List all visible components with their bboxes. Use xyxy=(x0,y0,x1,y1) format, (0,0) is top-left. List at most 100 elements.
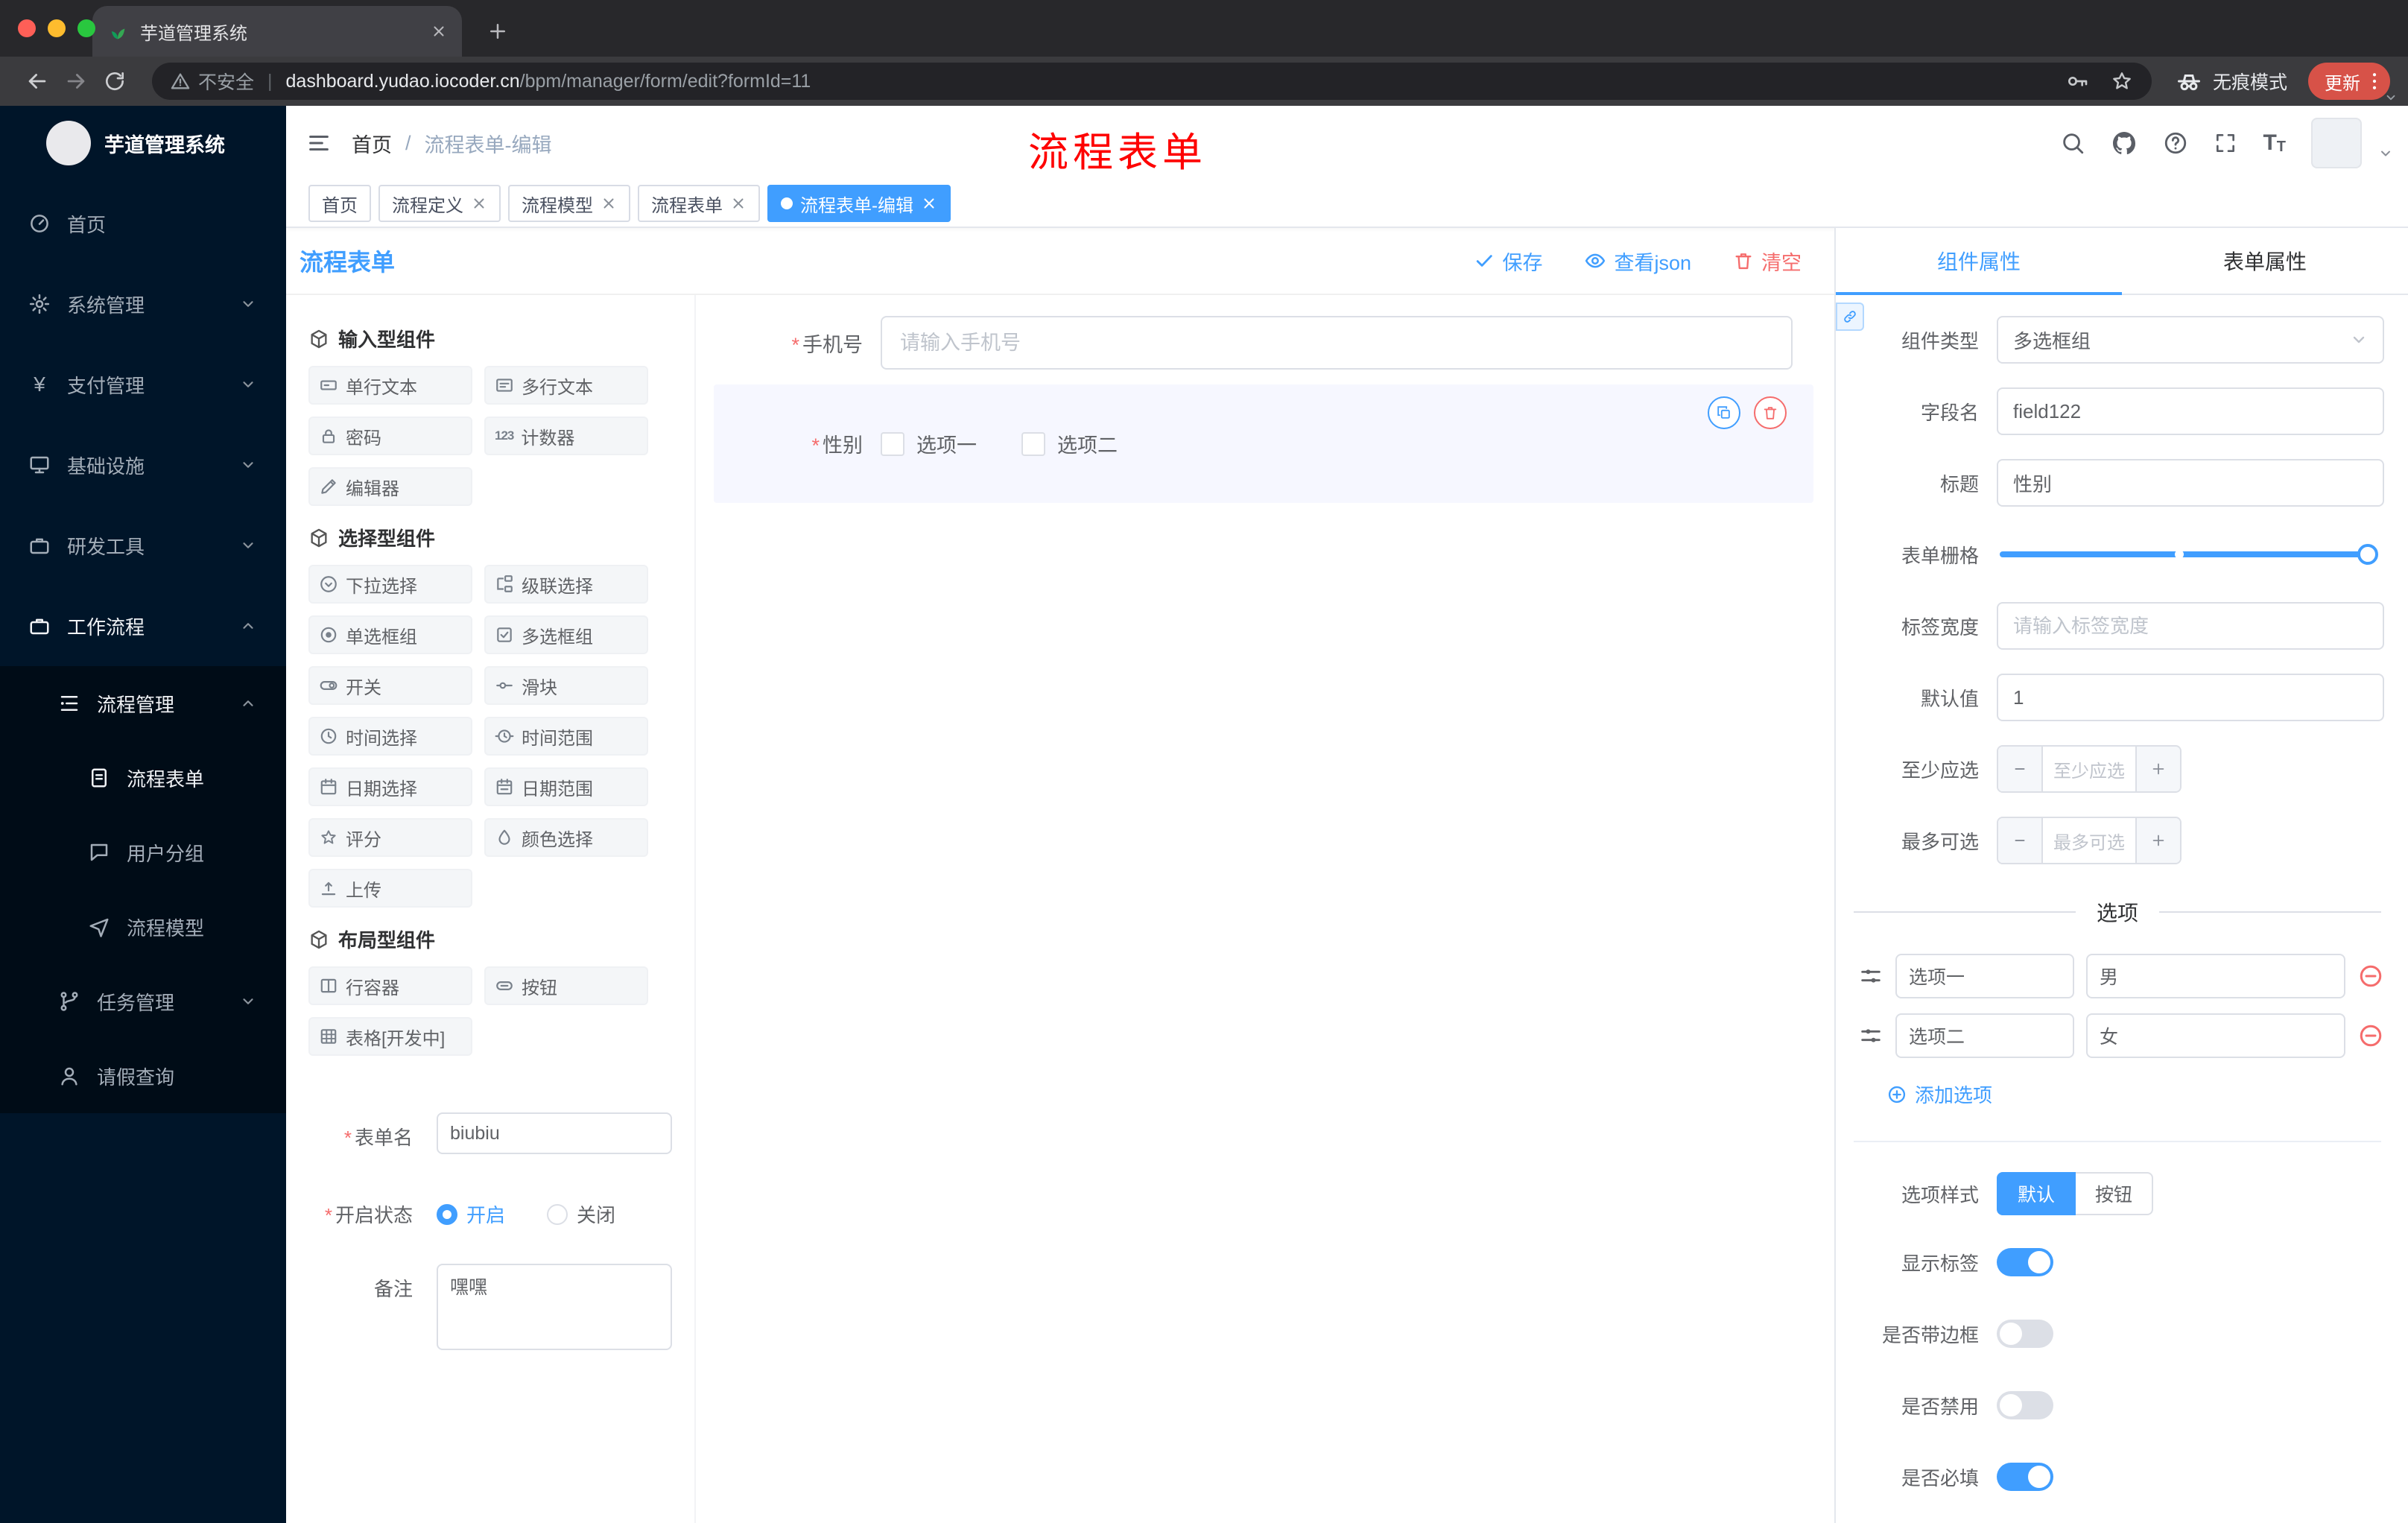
drag-handle-icon[interactable] xyxy=(1858,1023,1883,1048)
phone-input[interactable] xyxy=(881,316,1793,370)
title-input[interactable] xyxy=(1997,459,2384,507)
option-style-default-button[interactable]: 默认 xyxy=(1997,1172,2076,1215)
palette-item-rate[interactable]: 评分 xyxy=(308,818,472,857)
label-width-input[interactable] xyxy=(1997,602,2384,650)
required-toggle[interactable] xyxy=(1997,1463,2053,1491)
tab-form-props[interactable]: 表单属性 xyxy=(2122,228,2408,294)
tab-close-icon[interactable] xyxy=(431,23,447,39)
font-size-icon[interactable]: TT xyxy=(2263,132,2286,155)
view-json-button[interactable]: 查看json xyxy=(1584,247,1691,276)
browser-tab[interactable]: 芋道管理系统 xyxy=(92,6,462,57)
status-off-radio[interactable]: 关闭 xyxy=(547,1200,615,1228)
grid-slider[interactable] xyxy=(2000,544,2378,565)
palette-item-single-line-text[interactable]: 单行文本 xyxy=(308,366,472,405)
close-window-button[interactable] xyxy=(18,19,36,37)
sidebar-item-process-management[interactable]: 流程管理 xyxy=(0,666,286,741)
help-icon[interactable] xyxy=(2163,130,2188,156)
address-bar[interactable]: 不安全 | dashboard.yudao.iocoder.cn /bpm/ma… xyxy=(152,63,2152,100)
component-type-select[interactable]: 多选框组 xyxy=(1997,316,2384,364)
option-2-value-input[interactable] xyxy=(2086,1013,2345,1058)
add-option-button[interactable]: 添加选项 xyxy=(1886,1080,2384,1108)
option-2-name-input[interactable] xyxy=(1895,1013,2074,1058)
tag-process-model[interactable]: 流程模型 xyxy=(508,185,630,222)
sidebar-item-workflow[interactable]: 工作流程 xyxy=(0,586,286,666)
copy-widget-button[interactable] xyxy=(1708,396,1740,429)
sidebar-item-system[interactable]: 系统管理 xyxy=(0,264,286,344)
palette-item-table[interactable]: 表格[开发中] xyxy=(308,1017,472,1056)
palette-item-date-range[interactable]: 日期范围 xyxy=(484,767,648,806)
palette-item-button[interactable]: 按钮 xyxy=(484,966,648,1005)
menu-dots-icon[interactable] xyxy=(2363,70,2386,92)
palette-item-cascader[interactable]: 级联选择 xyxy=(484,565,648,604)
max-select-value[interactable]: 最多可选 xyxy=(2043,818,2135,863)
option-1-name-input[interactable] xyxy=(1895,954,2074,998)
min-select-value[interactable]: 至少应选 xyxy=(2043,747,2135,791)
collapse-sidebar-button[interactable] xyxy=(286,106,352,180)
min-select-stepper[interactable]: 至少应选 xyxy=(1997,745,2182,793)
clear-button[interactable]: 清空 xyxy=(1733,247,1802,276)
tag-process-form[interactable]: 流程表单 xyxy=(638,185,760,222)
palette-item-date-picker[interactable]: 日期选择 xyxy=(308,767,472,806)
option-style-button-button[interactable]: 按钮 xyxy=(2076,1172,2154,1215)
field-name-input[interactable] xyxy=(1997,387,2384,435)
tag-home[interactable]: 首页 xyxy=(308,185,371,222)
save-button[interactable]: 保存 xyxy=(1474,247,1542,276)
drag-handle-icon[interactable] xyxy=(1858,963,1883,989)
palette-item-editor[interactable]: 编辑器 xyxy=(308,467,472,506)
chevron-down-icon[interactable] xyxy=(2384,91,2398,104)
remove-option-icon[interactable] xyxy=(2357,1022,2384,1049)
fullscreen-icon[interactable] xyxy=(2214,131,2237,155)
remark-textarea[interactable]: 嘿嘿 xyxy=(437,1264,672,1350)
form-canvas[interactable]: *手机号 *性别 选项一 xyxy=(696,295,1834,1523)
gender-option-2-checkbox[interactable]: 选项二 xyxy=(1021,429,1118,458)
disabled-toggle[interactable] xyxy=(1997,1391,2053,1419)
default-value-input[interactable] xyxy=(1997,674,2384,721)
browser-update-button[interactable]: 更新 xyxy=(2308,63,2390,100)
gender-option-1-checkbox[interactable]: 选项一 xyxy=(881,429,977,458)
sidebar-item-home[interactable]: 首页 xyxy=(0,183,286,264)
palette-item-slider[interactable]: 滑块 xyxy=(484,666,648,705)
increase-button[interactable] xyxy=(2135,747,2180,791)
sidebar-item-process-form[interactable]: 流程表单 xyxy=(0,741,286,815)
back-button[interactable] xyxy=(18,62,57,101)
chevron-down-icon[interactable] xyxy=(2378,146,2393,161)
canvas-field-gender-selected[interactable]: * 性别 选项一 选项二 xyxy=(714,384,1813,503)
sidebar-item-process-model[interactable]: 流程模型 xyxy=(0,890,286,964)
link-handle-button[interactable] xyxy=(1836,303,1864,331)
palette-item-color-picker[interactable]: 颜色选择 xyxy=(484,818,648,857)
minimize-window-button[interactable] xyxy=(48,19,66,37)
sidebar-item-leave-query[interactable]: 请假查询 xyxy=(0,1039,286,1113)
tag-process-definition[interactable]: 流程定义 xyxy=(378,185,501,222)
palette-item-time-picker[interactable]: 时间选择 xyxy=(308,717,472,756)
remove-option-icon[interactable] xyxy=(2357,963,2384,990)
new-tab-button[interactable] xyxy=(477,10,519,52)
option-1-value-input[interactable] xyxy=(2086,954,2345,998)
max-select-stepper[interactable]: 最多可选 xyxy=(1997,817,2182,864)
forward-button[interactable] xyxy=(57,62,95,101)
reload-button[interactable] xyxy=(95,62,134,101)
avatar[interactable] xyxy=(2311,118,2362,168)
sidebar-item-task-management[interactable]: 任务管理 xyxy=(0,964,286,1039)
sidebar-item-user-group[interactable]: 用户分组 xyxy=(0,815,286,890)
slider-handle[interactable] xyxy=(2357,544,2378,565)
palette-item-row-container[interactable]: 行容器 xyxy=(308,966,472,1005)
security-status[interactable]: 不安全 xyxy=(170,68,254,95)
tag-process-form-edit-active[interactable]: 流程表单-编辑 xyxy=(767,185,951,222)
palette-item-radio-group[interactable]: 单选框组 xyxy=(308,615,472,654)
palette-item-time-range[interactable]: 时间范围 xyxy=(484,717,648,756)
increase-button[interactable] xyxy=(2135,818,2180,863)
palette-item-dropdown[interactable]: 下拉选择 xyxy=(308,565,472,604)
github-icon[interactable] xyxy=(2111,130,2138,156)
status-on-radio[interactable]: 开启 xyxy=(437,1200,505,1228)
canvas-field-phone[interactable]: * 手机号 xyxy=(714,316,1813,370)
delete-widget-button[interactable] xyxy=(1754,396,1787,429)
close-icon[interactable] xyxy=(921,195,937,212)
border-toggle[interactable] xyxy=(1997,1320,2053,1348)
palette-item-upload[interactable]: 上传 xyxy=(308,869,472,908)
form-name-input[interactable] xyxy=(437,1112,672,1154)
palette-item-password[interactable]: 密码 xyxy=(308,417,472,455)
bookmark-star-icon[interactable] xyxy=(2110,69,2134,93)
close-icon[interactable] xyxy=(730,195,747,212)
palette-item-switch[interactable]: 开关 xyxy=(308,666,472,705)
tab-component-props[interactable]: 组件属性 xyxy=(1836,228,2122,295)
